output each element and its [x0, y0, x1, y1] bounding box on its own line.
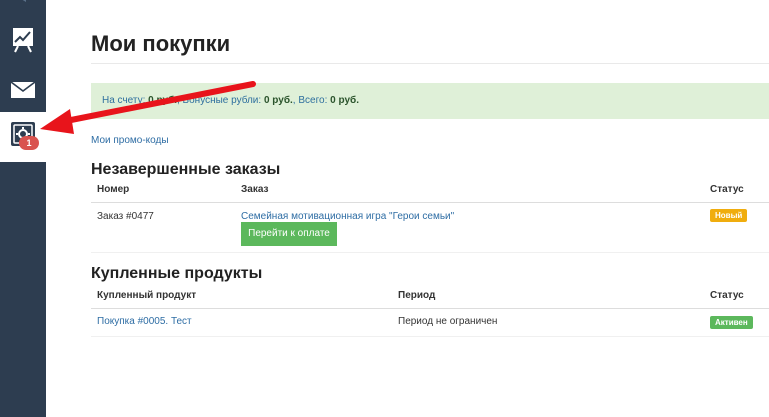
bonus-label: Бонусные рубли:: [182, 95, 262, 106]
main-content: Мои покупки На счету: 0 руб., Бонусные р…: [91, 0, 769, 417]
on-account-label: На счету:: [102, 95, 146, 106]
go-to-payment-button[interactable]: Перейти к оплате: [241, 222, 337, 246]
total-value: 0 руб.: [330, 95, 359, 106]
table-header-rule: [91, 202, 769, 203]
unfinished-orders-title: Незавершенные заказы: [91, 161, 281, 178]
column-header-status: Статус: [710, 184, 744, 195]
column-header-order: Заказ: [241, 184, 269, 195]
divider: [91, 63, 769, 64]
column-header-product: Купленный продукт: [97, 290, 197, 301]
mail-icon: [11, 82, 35, 98]
column-header-number: Номер: [97, 184, 130, 195]
page-title: Мои покупки: [91, 31, 231, 56]
sidebar-item-stats[interactable]: [0, 15, 46, 65]
column-header-period: Период: [398, 290, 436, 301]
purchased-products-title: Купленные продукты: [91, 265, 263, 282]
status-badge-active: Активен: [710, 316, 753, 329]
column-header-status-2: Статус: [710, 290, 744, 301]
row-rule: [91, 252, 769, 253]
sidebar-item-settings[interactable]: 1: [0, 112, 46, 162]
sidebar: 1: [0, 0, 46, 417]
order-number: Заказ #0477: [97, 211, 154, 222]
bonus-value: 0 руб.: [263, 95, 293, 106]
on-account-value: 0 руб.: [148, 95, 177, 106]
balance-alert: На счету: 0 руб., Бонусные рубли: 0 руб.…: [91, 83, 769, 119]
sidebar-item-top[interactable]: [0, 0, 46, 12]
order-link[interactable]: Семейная мотивационная игра "Герои семьи…: [241, 211, 454, 222]
megaphone-icon: [22, 0, 26, 2]
total-label: Всего:: [298, 95, 328, 106]
table-header-rule-2: [91, 308, 769, 309]
promo-codes-link[interactable]: Мои промо-коды: [91, 135, 169, 146]
product-link[interactable]: Покупка #0005. Тест: [97, 316, 192, 327]
chart-board-icon: [13, 28, 33, 53]
status-badge-new: Новый: [710, 209, 748, 222]
product-period: Период не ограничен: [398, 316, 498, 327]
row-rule-2: [91, 336, 769, 337]
notification-badge: 1: [19, 136, 39, 150]
sidebar-item-mail[interactable]: [0, 65, 46, 115]
